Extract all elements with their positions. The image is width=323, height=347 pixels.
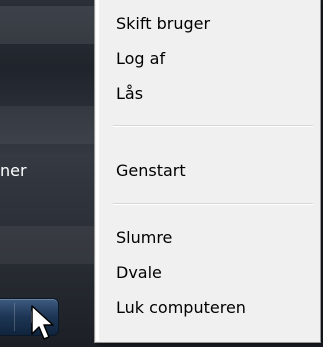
start-menu-partial-label[interactable]: ner: [0, 161, 27, 180]
backdrop-entry: [0, 226, 100, 264]
menu-item-switch-user[interactable]: Skift bruger: [99, 8, 319, 40]
backdrop-entry: [0, 106, 100, 144]
button-divider: [14, 303, 15, 331]
menu-item-lock[interactable]: Lås: [99, 78, 319, 110]
mouse-pointer-icon: [31, 305, 54, 340]
start-menu-backdrop: ner: [0, 0, 100, 347]
power-options-menu: Skift bruger Log af Lås Genstart Slumre …: [94, 0, 321, 343]
menu-item-hibernate[interactable]: Dvale: [99, 257, 319, 289]
menu-separator: [113, 125, 313, 127]
backdrop-entry: [0, 6, 100, 44]
screen: ner Skift bruger Log af Lås Genstart Slu…: [0, 0, 323, 347]
menu-item-restart[interactable]: Genstart: [99, 155, 319, 187]
menu-item-shut-down[interactable]: Luk computeren: [99, 292, 319, 324]
menu-separator: [113, 203, 313, 205]
menu-item-log-off[interactable]: Log af: [99, 43, 319, 75]
menu-item-sleep[interactable]: Slumre: [99, 222, 319, 254]
